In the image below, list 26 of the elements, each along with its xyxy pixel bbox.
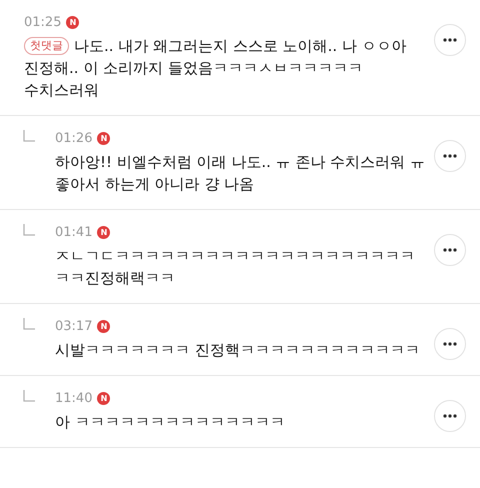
more-icon <box>443 154 457 158</box>
comment-text: 시발ㅋㅋㅋㅋㅋㅋㅋ 진정핵ㅋㅋㅋㅋㅋㅋㅋㅋㅋㅋㅋㅋ <box>55 340 421 361</box>
comment-time: 01:26 <box>55 130 92 146</box>
new-badge: N <box>97 392 110 404</box>
new-badge: N <box>97 132 110 144</box>
more-options-button[interactable] <box>434 234 466 266</box>
comment-time: 01:25 <box>24 14 62 30</box>
more-icon <box>443 248 457 252</box>
comment-time: 03:17 <box>55 318 92 334</box>
more-icon <box>443 414 457 418</box>
more-options-button[interactable] <box>434 24 466 56</box>
comment-text: 아 ㅋㅋㅋㅋㅋㅋㅋㅋㅋㅋㅋㅋㅋㅋ <box>55 412 286 433</box>
comment-text: 첫댓글 나도.. 내가 왜그러는지 스스로 노이해.. 나 ㅇㅇ아 진정해.. 이 소리까지 들었음ㅋㅋㅋㅅㅂㅋㅋㅋㅋㅋ 수치스러워 <box>24 36 408 101</box>
new-badge: N <box>66 16 80 28</box>
more-icon <box>443 342 457 346</box>
comment-time: 01:41 <box>55 224 92 240</box>
more-options-button[interactable] <box>434 328 466 360</box>
first-comment-tag: 첫댓글 <box>24 37 69 55</box>
more-options-button[interactable] <box>434 400 466 432</box>
more-icon <box>443 38 457 42</box>
comment-time: 11:40 <box>55 390 92 406</box>
more-options-button[interactable] <box>434 140 466 172</box>
new-badge: N <box>97 226 110 238</box>
new-badge: N <box>97 320 110 332</box>
comment-text: 하아앙!! 비엘수처럼 이래 나도.. ㅠ 존나 수치스러워 ㅠ 좋아서 하는게 아니라 걍 나옴 <box>55 152 426 195</box>
comment-text: ㅈㄴㄱㄷㅋㅋㅋㅋㅋㅋㅋㅋㅋㅋㅋㅋㅋㅋㅋㅋㅋㅋㅋㅋㅋㅋ진정해랙ㅋㅋ <box>55 246 416 289</box>
